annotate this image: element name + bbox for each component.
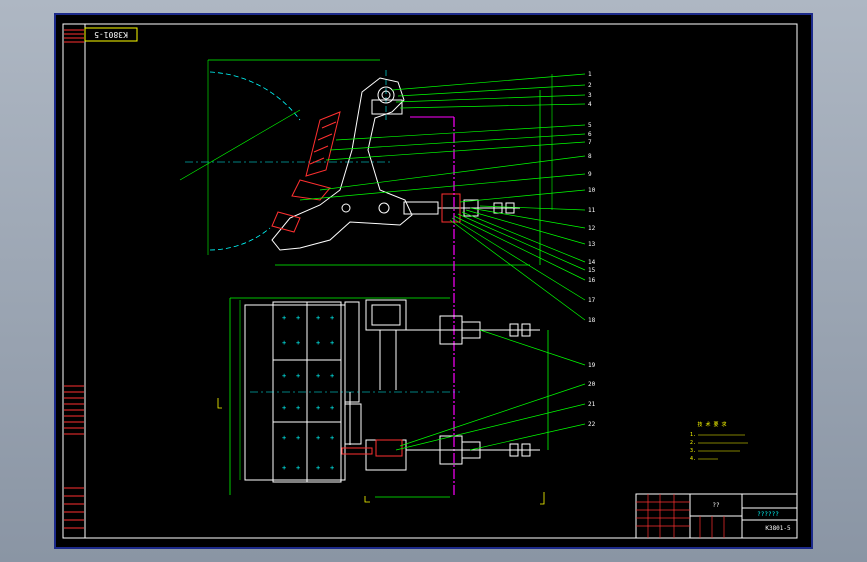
svg-text:+: + <box>282 434 286 442</box>
part-number: 16 <box>588 277 596 284</box>
part-number: 12 <box>588 225 596 232</box>
title-block-name: ?????? <box>757 511 779 518</box>
svg-text:+: + <box>296 464 300 472</box>
svg-text:+: + <box>316 404 320 412</box>
svg-text:+: + <box>330 464 334 472</box>
part-number: 19 <box>588 362 596 369</box>
title-block: ?? ?????? K3801-5 <box>635 493 798 539</box>
drawing-border <box>62 23 798 539</box>
part-number: 17 <box>588 297 596 304</box>
part-number: 6 <box>588 131 592 138</box>
part-number: 9 <box>588 171 592 178</box>
title-block-small: ?? <box>712 502 720 509</box>
part-number: 8 <box>588 153 592 160</box>
upper-view <box>179 59 586 495</box>
part-numbers: 1 2 3 4 5 6 7 8 9 10 11 12 13 14 15 16 1… <box>588 71 596 428</box>
svg-text:+: + <box>316 339 320 347</box>
note-line: 4. <box>690 456 696 462</box>
svg-text:+: + <box>282 372 286 380</box>
svg-text:+: + <box>296 434 300 442</box>
svg-text:+: + <box>282 464 286 472</box>
title-block-code: K3801-5 <box>765 525 791 532</box>
stamp-text: K3801-5 <box>94 30 128 39</box>
svg-text:+: + <box>282 404 286 412</box>
part-number: 7 <box>588 139 592 146</box>
svg-text:+: + <box>296 339 300 347</box>
svg-text:+: + <box>330 339 334 347</box>
svg-text:+: + <box>282 339 286 347</box>
svg-text:+: + <box>296 372 300 380</box>
part-number: 21 <box>588 401 596 408</box>
part-number: 2 <box>588 82 592 89</box>
part-number: 15 <box>588 267 596 274</box>
part-number: 3 <box>588 92 592 99</box>
part-number: 11 <box>588 207 596 214</box>
part-number: 13 <box>588 241 596 248</box>
svg-text:+: + <box>316 464 320 472</box>
note-line: 1. <box>690 432 696 438</box>
svg-text:+: + <box>296 404 300 412</box>
left-title-strip <box>64 29 84 529</box>
part-number: 10 <box>588 187 596 194</box>
svg-text:+: + <box>316 372 320 380</box>
note-line: 3. <box>690 448 696 454</box>
svg-text:+: + <box>330 372 334 380</box>
part-number: 14 <box>588 259 596 266</box>
notes-heading: 技 术 要 求 <box>697 421 726 428</box>
part-number: 18 <box>588 317 596 324</box>
svg-text:+: + <box>296 314 300 322</box>
note-line: 2. <box>690 440 696 446</box>
part-number: 5 <box>588 122 592 129</box>
cad-drawing: K3801-5 + + + + + + + + + + + + + + + + … <box>62 23 798 539</box>
svg-text:+: + <box>330 314 334 322</box>
part-number: 20 <box>588 381 596 388</box>
lower-view: + + + + + + + + + + + + + + + + + + + + + + + + <box>229 297 586 498</box>
svg-text:+: + <box>316 314 320 322</box>
svg-text:+: + <box>330 434 334 442</box>
part-number: 4 <box>588 101 592 108</box>
technical-notes: 技 术 要 求 1. 2. 3. 4. <box>690 421 748 462</box>
part-number: 1 <box>588 71 592 78</box>
svg-text:+: + <box>282 314 286 322</box>
part-number: 22 <box>588 421 596 428</box>
svg-text:+: + <box>316 434 320 442</box>
svg-text:+: + <box>330 404 334 412</box>
